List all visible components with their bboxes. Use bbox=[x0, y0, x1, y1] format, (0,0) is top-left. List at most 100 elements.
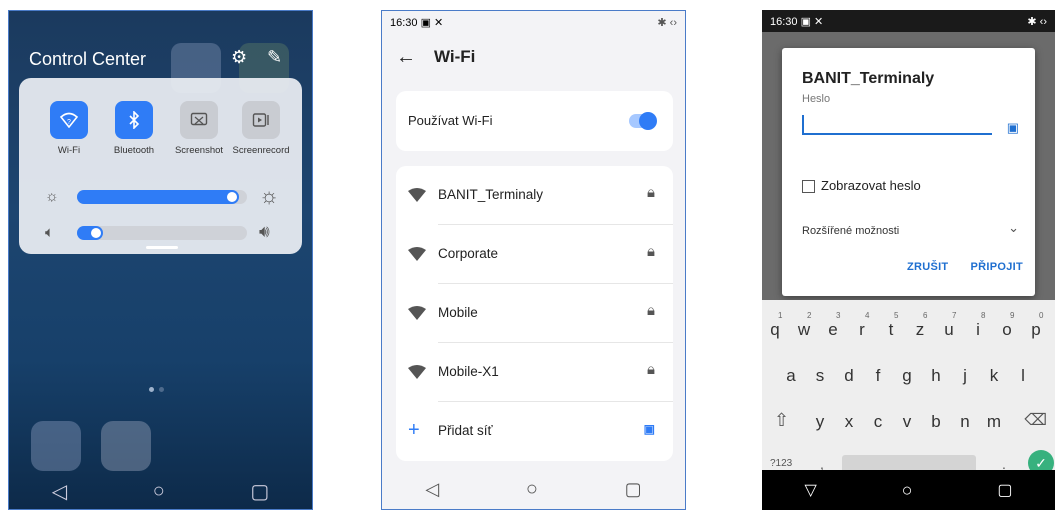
symbols-key[interactable]: ?123 bbox=[770, 458, 792, 469]
back-icon[interactable]: ◁ bbox=[52, 479, 67, 504]
back-icon[interactable]: ▽ bbox=[804, 480, 816, 500]
key-number-hint: 7 bbox=[952, 311, 957, 320]
brightness-slider-knob[interactable] bbox=[227, 192, 237, 202]
add-network-row[interactable]: + Přidat síť ▣ bbox=[396, 402, 673, 461]
key-r[interactable]: r4 bbox=[851, 311, 873, 340]
network-row[interactable]: Mobile 🔒︎ bbox=[396, 284, 673, 343]
cancel-button[interactable]: ZRUŠIT bbox=[907, 261, 949, 273]
wifi-signal-icon bbox=[408, 188, 426, 202]
wifi-signal-icon bbox=[408, 306, 426, 320]
key-number-hint: 9 bbox=[1010, 311, 1015, 320]
recents-icon[interactable]: ▢ bbox=[625, 479, 642, 500]
screenshot-tile[interactable]: Screenshot bbox=[169, 101, 229, 156]
key-j[interactable]: j bbox=[954, 366, 976, 386]
status-bar: 16:30 ▣ ✕ ✱ ‹› bbox=[762, 10, 1055, 32]
qr-code-icon[interactable]: ▣ bbox=[1007, 120, 1019, 136]
key-t[interactable]: t5 bbox=[880, 311, 902, 340]
key-y[interactable]: y bbox=[809, 412, 831, 432]
key-f[interactable]: f bbox=[867, 366, 889, 386]
key-number-hint: 0 bbox=[1039, 311, 1044, 320]
key-s[interactable]: s bbox=[809, 366, 831, 386]
key-o[interactable]: o9 bbox=[996, 311, 1018, 340]
key-m[interactable]: m bbox=[983, 412, 1005, 432]
back-icon[interactable]: ◁ bbox=[425, 479, 439, 500]
control-center-screen: Control Center ⚙ ✎ ? Wi-Fi Bluetooth Scr… bbox=[8, 10, 313, 510]
key-number-hint: 3 bbox=[836, 311, 841, 320]
advanced-options-label[interactable]: Rozšířené možnosti bbox=[802, 225, 899, 237]
back-arrow-icon[interactable]: ← bbox=[396, 46, 416, 69]
wifi-tile[interactable]: ? Wi-Fi bbox=[39, 101, 99, 156]
network-row[interactable]: BANIT_Terminaly 🔒︎ bbox=[396, 166, 673, 225]
bluetooth-tile-label: Bluetooth bbox=[113, 145, 155, 156]
gear-icon[interactable]: ⚙ bbox=[231, 47, 247, 68]
plus-icon: + bbox=[408, 419, 420, 441]
control-center-title: Control Center bbox=[29, 49, 147, 69]
brightness-slider[interactable] bbox=[77, 190, 247, 204]
connect-button[interactable]: PŘIPOJIT bbox=[970, 261, 1023, 273]
navigation-bar: ◁ ○ ▢ bbox=[382, 469, 685, 509]
use-wifi-card[interactable]: Používat Wi-Fi bbox=[396, 91, 673, 151]
network-name: Mobile-X1 bbox=[438, 364, 499, 379]
password-dialog: BANIT_Terminaly Heslo ▣ Zobrazovat heslo… bbox=[782, 48, 1035, 296]
weather-app-icon[interactable] bbox=[31, 421, 81, 471]
bluetooth-tile[interactable]: Bluetooth bbox=[104, 101, 164, 156]
key-n[interactable]: n bbox=[954, 412, 976, 432]
show-password-checkbox[interactable] bbox=[802, 180, 815, 193]
key-p[interactable]: p0 bbox=[1025, 311, 1047, 340]
use-wifi-label: Používat Wi-Fi bbox=[408, 113, 493, 128]
qr-code-icon[interactable]: ▣ bbox=[644, 422, 655, 436]
status-bar: 16:30 ▣ ✕ ✱ ‹› bbox=[382, 11, 685, 33]
status-time: 16:30 ▣ ✕ bbox=[770, 15, 823, 28]
lock-icon: 🔒︎ bbox=[647, 302, 655, 319]
toggle-knob bbox=[639, 112, 657, 130]
screenshot-tile-label: Screenshot bbox=[174, 145, 224, 156]
panel-drag-handle[interactable] bbox=[146, 246, 178, 249]
password-field[interactable] bbox=[802, 113, 992, 135]
wifi-password-screen: 16:30 ▣ ✕ ✱ ‹› BANIT_Terminaly Heslo ▣ Z… bbox=[762, 10, 1055, 510]
network-row[interactable]: Mobile-X1 🔒︎ bbox=[396, 343, 673, 402]
key-h[interactable]: h bbox=[925, 366, 947, 386]
key-number-hint: 6 bbox=[923, 311, 928, 320]
volume-slider-knob[interactable] bbox=[91, 228, 101, 238]
pencil-icon[interactable]: ✎ bbox=[267, 47, 282, 68]
lock-icon: 🔒︎ bbox=[647, 184, 655, 201]
home-icon[interactable]: ○ bbox=[153, 480, 165, 503]
recents-icon[interactable]: ▢ bbox=[997, 480, 1012, 500]
use-wifi-toggle[interactable] bbox=[629, 112, 657, 130]
home-icon[interactable]: ○ bbox=[902, 480, 913, 501]
screenrecord-tile[interactable]: Screenrecord bbox=[231, 101, 291, 156]
bluetooth-status-icon: ✱ ‹› bbox=[1027, 16, 1047, 28]
key-b[interactable]: b bbox=[925, 412, 947, 432]
key-e[interactable]: e3 bbox=[822, 311, 844, 340]
status-time-text: 16:30 bbox=[770, 16, 798, 28]
svg-text:?: ? bbox=[67, 119, 71, 126]
key-z[interactable]: z6 bbox=[909, 311, 931, 340]
calculator-app-icon[interactable] bbox=[101, 421, 151, 471]
shift-key[interactable]: ⇧ bbox=[774, 410, 789, 431]
key-d[interactable]: d bbox=[838, 366, 860, 386]
key-v[interactable]: v bbox=[896, 412, 918, 432]
key-k[interactable]: k bbox=[983, 366, 1005, 386]
key-a[interactable]: a bbox=[780, 366, 802, 386]
text-caret bbox=[802, 115, 804, 133]
chevron-down-icon[interactable]: ⌄ bbox=[1008, 220, 1019, 236]
dialog-buttons: ZRUŠIT PŘIPOJIT bbox=[907, 261, 1023, 273]
recents-icon[interactable]: ▢ bbox=[250, 479, 269, 504]
screenshot-icon bbox=[180, 101, 218, 139]
key-x[interactable]: x bbox=[838, 412, 860, 432]
key-q[interactable]: q1 bbox=[764, 311, 786, 340]
backspace-icon[interactable]: ⌫ bbox=[1024, 410, 1047, 430]
key-w[interactable]: w2 bbox=[793, 311, 815, 340]
add-network-label: Přidat síť bbox=[438, 423, 493, 438]
network-name: Mobile bbox=[438, 305, 478, 320]
key-i[interactable]: i8 bbox=[967, 311, 989, 340]
screenrecord-tile-label: Screenrecord bbox=[232, 145, 290, 156]
key-l[interactable]: l bbox=[1012, 366, 1034, 386]
key-g[interactable]: g bbox=[896, 366, 918, 386]
navigation-bar: ▽ ○ ▢ bbox=[762, 470, 1055, 510]
network-row[interactable]: Corporate 🔒︎ bbox=[396, 225, 673, 284]
key-u[interactable]: u7 bbox=[938, 311, 960, 340]
home-icon[interactable]: ○ bbox=[526, 478, 538, 501]
key-c[interactable]: c bbox=[867, 412, 889, 432]
volume-slider[interactable] bbox=[77, 226, 247, 240]
